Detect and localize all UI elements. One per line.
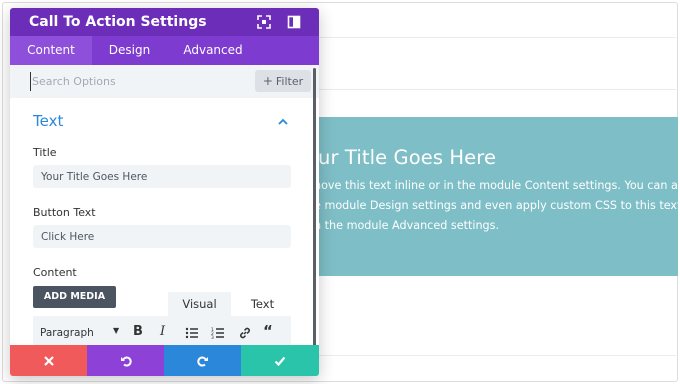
modal-footer bbox=[10, 345, 319, 376]
settings-modal: Call To Action Settings Content Design A… bbox=[10, 8, 319, 376]
sidebar-layout-icon[interactable] bbox=[286, 14, 302, 30]
link-icon[interactable] bbox=[238, 326, 252, 340]
tab-design[interactable]: Design bbox=[92, 36, 167, 65]
redo-icon bbox=[196, 356, 208, 367]
tab-advanced[interactable]: Advanced bbox=[167, 36, 259, 65]
undo-icon bbox=[120, 356, 132, 367]
undo-button[interactable] bbox=[87, 345, 164, 376]
button-text-field[interactable] bbox=[33, 225, 291, 248]
search-input[interactable] bbox=[30, 72, 260, 91]
cta-body-line: n the module Advanced settings. bbox=[314, 219, 500, 232]
cta-title: our Title Goes Here bbox=[306, 146, 497, 169]
content-field-label: Content bbox=[33, 266, 77, 279]
blockquote-icon[interactable]: “ bbox=[263, 322, 273, 340]
editor-tab-text[interactable]: Text bbox=[234, 292, 291, 316]
chevron-up-icon[interactable] bbox=[276, 114, 290, 128]
bold-icon[interactable]: B bbox=[133, 324, 143, 339]
divider bbox=[318, 89, 676, 90]
title-field[interactable] bbox=[33, 165, 291, 188]
plus-icon: + bbox=[262, 74, 273, 88]
check-icon bbox=[274, 356, 286, 366]
cta-body-text: nove this text inline or in the module C… bbox=[314, 176, 678, 236]
caret-down-icon[interactable]: ▼ bbox=[113, 326, 119, 335]
editor-tab-visual[interactable]: Visual bbox=[168, 292, 231, 316]
italic-icon[interactable]: I bbox=[160, 324, 165, 339]
cancel-button[interactable] bbox=[10, 345, 87, 376]
modal-title: Call To Action Settings bbox=[29, 14, 207, 30]
close-icon bbox=[43, 355, 54, 366]
modal-header[interactable]: Call To Action Settings bbox=[10, 8, 319, 36]
save-button[interactable] bbox=[241, 345, 319, 376]
cta-module-preview[interactable]: our Title Goes Here nove this text inlin… bbox=[306, 117, 678, 276]
expand-icon[interactable] bbox=[256, 14, 272, 30]
bullet-list-icon[interactable] bbox=[185, 326, 199, 340]
tab-content[interactable]: Content bbox=[10, 36, 92, 65]
button-text-label: Button Text bbox=[33, 206, 96, 219]
divider bbox=[318, 37, 676, 38]
add-media-button[interactable]: ADD MEDIA bbox=[33, 286, 116, 308]
filter-button[interactable]: + Filter bbox=[255, 70, 311, 92]
redo-button[interactable] bbox=[164, 345, 241, 376]
cta-body-line: e module Design settings and even apply … bbox=[314, 199, 678, 212]
scrollbar[interactable] bbox=[313, 68, 316, 348]
divider bbox=[318, 355, 676, 356]
section-title-text[interactable]: Text bbox=[33, 112, 63, 130]
svg-text:3: 3 bbox=[211, 335, 214, 340]
modal-tabs: Content Design Advanced bbox=[10, 36, 319, 65]
cta-body-line: nove this text inline or in the module C… bbox=[314, 179, 678, 192]
title-field-label: Title bbox=[33, 146, 57, 159]
filter-label: Filter bbox=[275, 75, 304, 88]
numbered-list-icon[interactable]: 123 bbox=[211, 326, 225, 340]
format-select[interactable]: Paragraph bbox=[40, 327, 94, 339]
